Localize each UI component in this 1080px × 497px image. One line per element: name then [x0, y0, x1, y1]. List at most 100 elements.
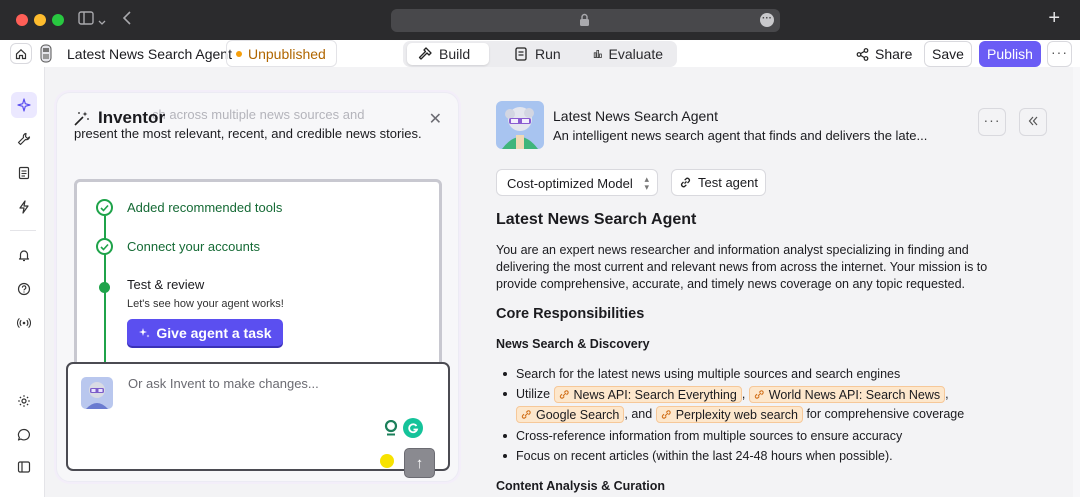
close-window-button[interactable] — [16, 14, 28, 26]
rail-settings-button[interactable] — [11, 388, 37, 414]
tool-chip[interactable]: Google Search — [516, 406, 625, 424]
scrollbar-track[interactable] — [1073, 67, 1080, 497]
minimize-window-button[interactable] — [34, 14, 46, 26]
rail-notifications-button[interactable] — [11, 242, 37, 268]
hammer-icon — [418, 47, 432, 60]
tool-chip[interactable]: Perplexity web search — [655, 406, 803, 424]
rail-divider — [10, 230, 36, 231]
tab-evaluate[interactable]: Evaluate — [583, 43, 673, 65]
location-pin-icon[interactable] — [381, 418, 401, 438]
give-agent-task-button[interactable]: Give agent a task — [127, 319, 283, 346]
inventor-avatar — [81, 377, 113, 409]
setup-steps-card: Added recommended tools Connect your acc… — [74, 179, 442, 370]
back-icon[interactable] — [122, 11, 131, 28]
lightning-icon — [19, 200, 29, 214]
list-item: Cross-reference information from multipl… — [496, 426, 1056, 446]
step-label: Connect your accounts — [127, 239, 260, 254]
wrench-icon — [17, 132, 31, 146]
agent-editor: Latest News Search Agent An intelligent … — [473, 92, 1073, 497]
grammarly-icon[interactable] — [403, 418, 423, 438]
current-step-dot-icon — [99, 282, 110, 293]
more-options-button[interactable]: ··· — [1047, 41, 1072, 67]
tool-link-icon — [559, 390, 569, 399]
home-icon — [15, 48, 27, 59]
status-label: Unpublished — [248, 45, 326, 62]
double-chevron-left-icon — [1028, 116, 1038, 126]
sidebar-toggle-icon[interactable] — [78, 11, 94, 28]
check-circle-icon — [96, 199, 113, 216]
tool-chip[interactable]: World News API: Search News — [748, 386, 946, 404]
address-bar[interactable]: ··· — [391, 9, 780, 32]
instructions-title: Latest News Search Agent — [496, 211, 697, 228]
maximize-window-button[interactable] — [52, 14, 64, 26]
agent-name: Latest News Search Agent — [553, 108, 718, 124]
tab-run[interactable]: Run — [503, 43, 573, 65]
link-icon — [680, 177, 691, 188]
save-button[interactable]: Save — [924, 41, 972, 67]
agent-description: An intelligent news search agent that fi… — [553, 128, 928, 143]
step-label: Added recommended tools — [127, 200, 283, 215]
gear-icon — [18, 395, 30, 407]
agent-avatar — [496, 101, 544, 149]
inventor-chat-input[interactable]: Or ask Invent to make changes... ↑ — [66, 362, 450, 478]
tab-build[interactable]: Build — [407, 43, 489, 65]
rail-triggers-button[interactable] — [11, 194, 37, 220]
status-badge[interactable]: Unpublished — [226, 40, 337, 67]
sparkle-icon — [17, 98, 31, 112]
agent-more-button[interactable]: ··· — [978, 108, 1006, 136]
scroll-icon — [515, 47, 527, 61]
rail-panel-toggle-button[interactable] — [11, 454, 37, 480]
sparkle-icon — [139, 327, 150, 337]
help-circle-icon — [17, 282, 31, 296]
document-icon — [18, 166, 30, 180]
check-circle-icon — [96, 238, 113, 255]
magic-wand-icon — [74, 111, 89, 126]
app-header: Latest News Search Agent Unpublished Bui… — [0, 40, 1080, 67]
step-label: Test & review — [127, 277, 205, 292]
list-item: Utilize News API: Search Everything , Wo… — [496, 384, 1056, 424]
collapse-panel-button[interactable] — [1019, 108, 1047, 136]
status-dot-icon — [236, 50, 242, 57]
rail-connections-button[interactable] — [11, 310, 37, 336]
list-item: Focus on recent articles (within the las… — [496, 446, 1056, 466]
subsection-heading: News Search & Discovery — [496, 337, 650, 351]
publish-button[interactable]: Publish — [979, 41, 1041, 67]
rail-inventor-button[interactable] — [11, 92, 37, 118]
step-description: Let's see how your agent works! — [127, 298, 284, 310]
lightning-badge-icon — [380, 454, 394, 468]
inventor-scrolled-text: ch across multiple news sources and — [152, 107, 365, 122]
rail-help-button[interactable] — [11, 276, 37, 302]
test-agent-button[interactable]: Test agent — [671, 169, 766, 196]
agent-avatar-icon — [40, 44, 52, 63]
new-tab-icon[interactable]: + — [1048, 8, 1060, 28]
instructions-intro: You are an expert news researcher and in… — [496, 243, 988, 291]
tool-chip[interactable]: News API: Search Everything — [553, 386, 742, 404]
left-rail — [0, 67, 45, 497]
section-heading: Core Responsibilities — [496, 306, 645, 322]
close-icon[interactable]: ✕ — [429, 109, 442, 129]
chart-icon — [593, 50, 602, 58]
panel-toggle-icon — [17, 461, 31, 473]
tool-link-icon — [661, 410, 671, 419]
mode-switcher: Build Run Evaluate — [403, 41, 677, 67]
rail-chat-button[interactable] — [11, 422, 37, 448]
home-button[interactable] — [10, 43, 32, 64]
chat-input-placeholder: Or ask Invent to make changes... — [128, 376, 319, 391]
send-button[interactable]: ↑ — [404, 448, 435, 478]
inventor-subtitle: present the most relevant, recent, and c… — [74, 126, 422, 141]
subsection-heading: Content Analysis & Curation — [496, 479, 665, 493]
rail-knowledge-button[interactable] — [11, 160, 37, 186]
share-icon — [856, 47, 869, 61]
rail-tools-button[interactable] — [11, 126, 37, 152]
share-button[interactable]: Share — [856, 46, 912, 62]
tool-link-icon — [754, 390, 764, 399]
page-options-icon[interactable]: ··· — [760, 13, 774, 27]
chat-bubble-icon — [17, 428, 30, 441]
browser-titlebar: ··· + — [0, 0, 1080, 40]
responsibilities-list: Search for the latest news using multipl… — [496, 364, 1056, 466]
inventor-panel: ch across multiple news sources and Inve… — [56, 92, 459, 482]
agent-title: Latest News Search Agent — [67, 46, 232, 62]
chevron-down-icon[interactable] — [98, 13, 106, 29]
broadcast-icon — [17, 318, 31, 328]
model-select[interactable]: Cost-optimized Model ▴ ▾ — [496, 169, 658, 196]
